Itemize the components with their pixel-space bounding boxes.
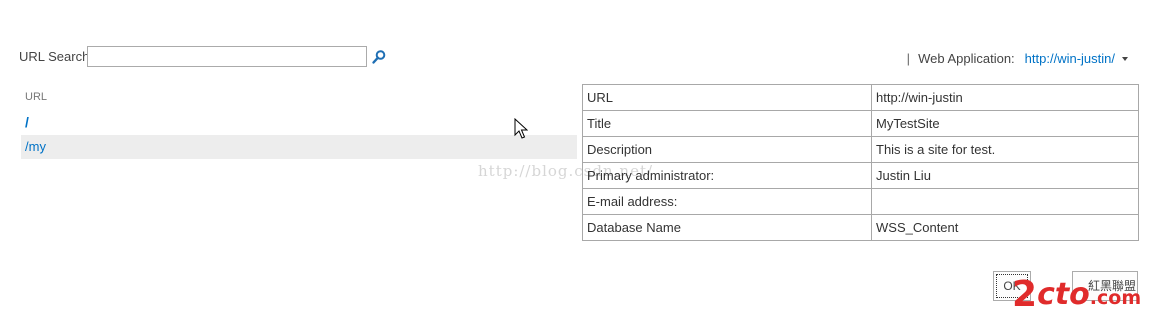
site-properties-table: URL http://win-justin Title MyTestSite D… (582, 84, 1139, 241)
url-search-label: URL Search (19, 49, 90, 64)
property-name: Title (582, 110, 872, 137)
table-row: E-mail address: (582, 188, 1139, 215)
url-list-item-selected[interactable]: /my (21, 135, 577, 159)
table-row: Title MyTestSite (582, 110, 1139, 137)
property-name: URL (582, 84, 872, 111)
url-column-header: URL (25, 91, 48, 103)
mouse-pointer-icon (514, 117, 529, 140)
chevron-down-icon[interactable] (1122, 57, 1128, 61)
property-name: Database Name (582, 214, 872, 241)
web-application-label: Web Application: (918, 51, 1015, 66)
url-search-input[interactable] (87, 46, 367, 67)
logo-part: cto (1037, 277, 1090, 312)
web-application-selector: | Web Application: http://win-justin/ (907, 51, 1128, 66)
property-value (871, 188, 1139, 215)
table-row: Primary administrator: Justin Liu (582, 162, 1139, 189)
property-name: Primary administrator: (582, 162, 872, 189)
url-list-item[interactable]: / (21, 110, 577, 134)
property-value: This is a site for test. (871, 136, 1139, 163)
property-value: Justin Liu (871, 162, 1139, 189)
site-logo: 2cto.com (1012, 275, 1142, 313)
table-row: Description This is a site for test. (582, 136, 1139, 163)
logo-part: .com (1089, 287, 1142, 309)
search-icon[interactable] (371, 49, 387, 65)
separator: | (906, 51, 911, 66)
web-application-link[interactable]: http://win-justin/ (1025, 51, 1115, 66)
property-name: E-mail address: (582, 188, 872, 215)
table-row: Database Name WSS_Content (582, 214, 1139, 241)
logo-part: 2 (1012, 274, 1038, 315)
property-value: WSS_Content (871, 214, 1139, 241)
property-value: MyTestSite (871, 110, 1139, 137)
property-name: Description (582, 136, 872, 163)
property-value: http://win-justin (871, 84, 1139, 111)
table-row: URL http://win-justin (582, 84, 1139, 111)
